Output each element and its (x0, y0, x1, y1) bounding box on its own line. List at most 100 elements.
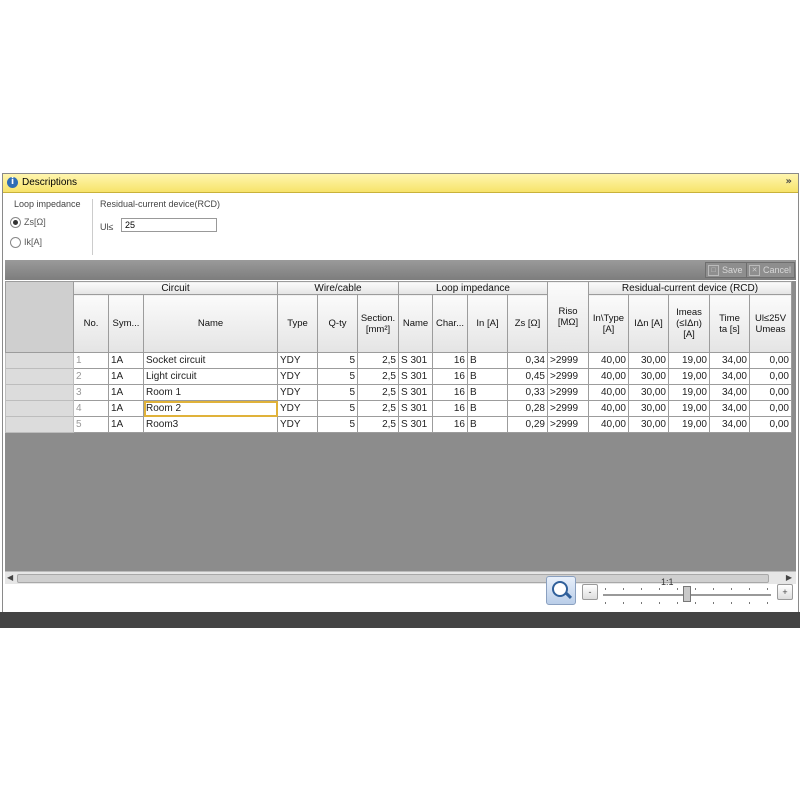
cell-qty[interactable]: 5 (317, 400, 358, 417)
cell-sym[interactable]: 1A (108, 400, 144, 417)
table-row[interactable]: 4 1A Room 2 YDY 5 2,5 S 301 16 B 0,28 >2999 40,00 30… (5, 400, 792, 417)
cell-qty[interactable]: 5 (317, 384, 358, 401)
cell-umeas[interactable]: 0,00 (749, 384, 792, 401)
cell-imeas[interactable]: 19,00 (668, 352, 710, 369)
zoom-slider-thumb[interactable] (683, 586, 691, 602)
cell-pname[interactable]: S 301 (398, 368, 433, 385)
cell-section[interactable]: 2,5 (357, 400, 399, 417)
radio-zs[interactable]: Zs[Ω] (10, 217, 46, 229)
cell-pname[interactable]: S 301 (398, 352, 433, 369)
radio-selected-icon[interactable] (10, 217, 21, 229)
cell-idn[interactable]: 30,00 (628, 400, 669, 417)
collapse-icon[interactable]: » (786, 176, 792, 187)
cancel-button[interactable]: ✕ Cancel (746, 262, 796, 278)
cell-riso[interactable]: >2999 (547, 400, 589, 417)
zoom-in-button[interactable]: + (777, 584, 793, 600)
col-section[interactable]: Section. [mm²] (357, 294, 399, 353)
cell-section[interactable]: 2,5 (357, 352, 399, 369)
col-in[interactable]: In [A] (467, 294, 508, 353)
cell-zs[interactable]: 0,29 (507, 416, 548, 433)
cell-name[interactable]: Room 1 (143, 384, 278, 401)
row-header[interactable] (5, 416, 74, 433)
cell-time[interactable]: 34,00 (709, 352, 750, 369)
save-button[interactable]: □ Save (705, 262, 747, 278)
cell-in[interactable]: B (467, 416, 508, 433)
cell-in[interactable]: B (467, 400, 508, 417)
scroll-left-icon[interactable]: ◀ (7, 573, 13, 582)
col-intype[interactable]: In\Type [A] (588, 294, 629, 353)
cell-riso[interactable]: >2999 (547, 384, 589, 401)
table-row[interactable]: 2 1A Light circuit YDY 5 2,5 S 301 16 B 0,45 >2999… (5, 368, 792, 385)
cell-in[interactable]: B (467, 352, 508, 369)
cell-type[interactable]: YDY (277, 368, 318, 385)
scroll-right-icon[interactable]: ▶ (786, 573, 792, 582)
col-char[interactable]: Char... (432, 294, 468, 353)
scroll-thumb[interactable] (17, 574, 769, 583)
col-protection-name[interactable]: Name (398, 294, 433, 353)
cell-idn[interactable]: 30,00 (628, 416, 669, 433)
cell-section[interactable]: 2,5 (357, 416, 399, 433)
cell-no[interactable]: 4 (73, 400, 109, 417)
row-header[interactable] (5, 400, 74, 417)
cell-qty[interactable]: 5 (317, 416, 358, 433)
cell-in[interactable]: B (467, 368, 508, 385)
cell-imeas[interactable]: 19,00 (668, 384, 710, 401)
cell-umeas[interactable]: 0,00 (749, 368, 792, 385)
cell-sym[interactable]: 1A (108, 352, 144, 369)
col-imeas[interactable]: Imeas (≤IΔn) [A] (668, 294, 710, 353)
cell-imeas[interactable]: 19,00 (668, 416, 710, 433)
cell-time[interactable]: 34,00 (709, 368, 750, 385)
cell-no[interactable]: 5 (73, 416, 109, 433)
cell-pname[interactable]: S 301 (398, 384, 433, 401)
cell-section[interactable]: 2,5 (357, 384, 399, 401)
cell-intype[interactable]: 40,00 (588, 368, 629, 385)
row-header[interactable] (5, 384, 74, 401)
col-type[interactable]: Type (277, 294, 318, 353)
cell-char[interactable]: 16 (432, 384, 468, 401)
cell-char[interactable]: 16 (432, 400, 468, 417)
cell-char[interactable]: 16 (432, 352, 468, 369)
cell-sym[interactable]: 1A (108, 368, 144, 385)
cell-type[interactable]: YDY (277, 400, 318, 417)
cell-char[interactable]: 16 (432, 416, 468, 433)
col-no[interactable]: No. (73, 294, 109, 353)
cell-no[interactable]: 1 (73, 352, 109, 369)
row-header[interactable] (5, 352, 74, 369)
col-riso[interactable]: Riso [MΩ] (547, 281, 589, 353)
col-idn[interactable]: IΔn [A] (628, 294, 669, 353)
cell-pname[interactable]: S 301 (398, 400, 433, 417)
cell-zs[interactable]: 0,34 (507, 352, 548, 369)
ul-input[interactable] (121, 218, 217, 232)
col-zs[interactable]: Zs [Ω] (507, 294, 548, 353)
cell-zs[interactable]: 0,28 (507, 400, 548, 417)
cell-no[interactable]: 3 (73, 384, 109, 401)
cell-intype[interactable]: 40,00 (588, 400, 629, 417)
cell-intype[interactable]: 40,00 (588, 416, 629, 433)
cell-idn[interactable]: 30,00 (628, 384, 669, 401)
cell-name[interactable]: Light circuit (143, 368, 278, 385)
cell-idn[interactable]: 30,00 (628, 352, 669, 369)
cell-qty[interactable]: 5 (317, 368, 358, 385)
radio-unselected-icon[interactable] (10, 237, 21, 249)
cell-qty[interactable]: 5 (317, 352, 358, 369)
cell-name[interactable]: Room 2 (143, 400, 278, 417)
zoom-out-button[interactable]: - (582, 584, 598, 600)
cell-char[interactable]: 16 (432, 368, 468, 385)
cell-no[interactable]: 2 (73, 368, 109, 385)
cell-zs[interactable]: 0,33 (507, 384, 548, 401)
col-qty[interactable]: Q-ty (317, 294, 358, 353)
cell-type[interactable]: YDY (277, 384, 318, 401)
col-umeas[interactable]: Ul≤25V Umeas (749, 294, 792, 353)
cell-umeas[interactable]: 0,00 (749, 416, 792, 433)
cell-idn[interactable]: 30,00 (628, 368, 669, 385)
cell-name[interactable]: Socket circuit (143, 352, 278, 369)
zoom-fit-button[interactable] (546, 576, 576, 605)
cell-umeas[interactable]: 0,00 (749, 352, 792, 369)
cell-imeas[interactable]: 19,00 (668, 368, 710, 385)
cell-imeas[interactable]: 19,00 (668, 400, 710, 417)
cell-type[interactable]: YDY (277, 352, 318, 369)
cell-sym[interactable]: 1A (108, 384, 144, 401)
horizontal-scrollbar[interactable]: ◀ ▶ (5, 571, 796, 584)
cell-pname[interactable]: S 301 (398, 416, 433, 433)
table-row[interactable]: 1 1A Socket circuit YDY 5 2,5 S 301 16 B 0,34 >299… (5, 352, 792, 369)
